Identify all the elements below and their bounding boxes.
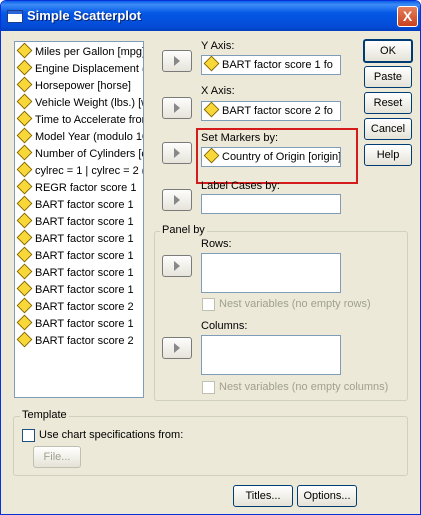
dialog-window: Simple Scatterplot X Miles per Gallon [m… (0, 0, 421, 515)
markers-field[interactable]: Country of Origin [origin] (201, 147, 341, 167)
list-item[interactable]: Model Year (modulo 10 (16, 127, 143, 145)
variable-icon (16, 229, 33, 246)
list-item[interactable]: BART factor score 1 (16, 263, 134, 281)
y-axis-move-button[interactable] (162, 50, 192, 72)
variable-icon (16, 59, 33, 76)
list-item[interactable]: Time to Accelerate fror (16, 110, 143, 128)
variable-icon (16, 280, 33, 297)
file-button[interactable]: File... (33, 446, 81, 468)
template-checkbox-label: Use chart specifications from: (39, 429, 184, 441)
list-item[interactable]: BART factor score 2 (16, 331, 134, 349)
rows-nest-checkbox[interactable] (202, 298, 215, 311)
columns-nest-checkbox[interactable] (202, 381, 215, 394)
close-button[interactable]: X (397, 6, 418, 27)
variable-icon (203, 56, 220, 72)
rows-label: Rows: (201, 238, 232, 250)
panel-by-title: Panel by (160, 224, 207, 236)
cancel-button[interactable]: Cancel (364, 118, 412, 140)
columns-move-button[interactable] (162, 337, 192, 359)
list-item[interactable]: BART factor score 1 (16, 195, 134, 213)
variable-icon (16, 297, 33, 314)
list-item[interactable]: Vehicle Weight (lbs.) [w (16, 93, 143, 111)
columns-label: Columns: (201, 320, 248, 332)
columns-field[interactable] (201, 335, 341, 375)
list-item[interactable]: cylrec = 1 | cylrec = 2 ( (16, 161, 143, 179)
y-axis-field[interactable]: BART factor score 1 fo (201, 55, 341, 75)
columns-nest-label: Nest variables (no empty columns) (219, 381, 389, 393)
list-item[interactable]: Miles per Gallon [mpg] (16, 42, 143, 60)
variable-icon (16, 127, 33, 144)
list-item[interactable]: BART factor score 2 (16, 297, 134, 315)
label-cases-field[interactable] (201, 194, 341, 214)
variable-listbox[interactable]: Miles per Gallon [mpg] Engine Displaceme… (14, 41, 144, 398)
list-item[interactable]: BART factor score 1 (16, 229, 134, 247)
rows-nest-label: Nest variables (no empty rows) (219, 298, 371, 310)
variable-icon (203, 148, 220, 164)
x-axis-field[interactable]: BART factor score 2 fo (201, 101, 341, 121)
list-item[interactable]: Horsepower [horse] (16, 76, 131, 94)
reset-button[interactable]: Reset (364, 92, 412, 114)
rows-move-button[interactable] (162, 255, 192, 277)
label-cases-label: Label Cases by: (201, 180, 280, 192)
variable-icon (16, 314, 33, 331)
variable-icon (16, 263, 33, 280)
variable-icon (16, 246, 33, 263)
list-item[interactable]: REGR factor score 1 (16, 178, 136, 196)
variable-icon (16, 76, 33, 93)
variable-icon (16, 331, 33, 348)
x-axis-move-button[interactable] (162, 97, 192, 119)
list-item[interactable]: BART factor score 1 (16, 212, 134, 230)
label-cases-move-button[interactable] (162, 189, 192, 211)
list-item[interactable]: Engine Displacement ( (16, 59, 143, 77)
template-checkbox[interactable] (22, 429, 35, 442)
title-bar[interactable]: Simple Scatterplot X (1, 1, 420, 31)
help-button[interactable]: Help (364, 144, 412, 166)
variable-icon (16, 161, 33, 178)
variable-icon (16, 42, 33, 59)
options-button[interactable]: Options... (297, 485, 357, 507)
template-title: Template (20, 409, 69, 421)
window-icon (7, 10, 23, 23)
list-item[interactable]: BART factor score 1 (16, 314, 134, 332)
variable-icon (16, 178, 33, 195)
markers-move-button[interactable] (162, 142, 192, 164)
variable-icon (16, 212, 33, 229)
variable-icon (203, 102, 220, 118)
titles-button[interactable]: Titles... (233, 485, 293, 507)
window-title: Simple Scatterplot (27, 8, 142, 23)
list-item[interactable]: BART factor score 1 (16, 246, 134, 264)
paste-button[interactable]: Paste (364, 66, 412, 88)
list-item[interactable]: BART factor score 1 (16, 280, 134, 298)
ok-button[interactable]: OK (363, 39, 413, 63)
rows-field[interactable] (201, 253, 341, 293)
markers-label: Set Markers by: (201, 132, 279, 144)
x-axis-label: X Axis: (201, 85, 235, 97)
variable-icon (16, 110, 33, 127)
variable-icon (16, 144, 33, 161)
y-axis-label: Y Axis: (201, 40, 235, 52)
variable-icon (16, 195, 33, 212)
variable-icon (16, 93, 33, 110)
list-item[interactable]: Number of Cylinders [c (16, 144, 143, 162)
